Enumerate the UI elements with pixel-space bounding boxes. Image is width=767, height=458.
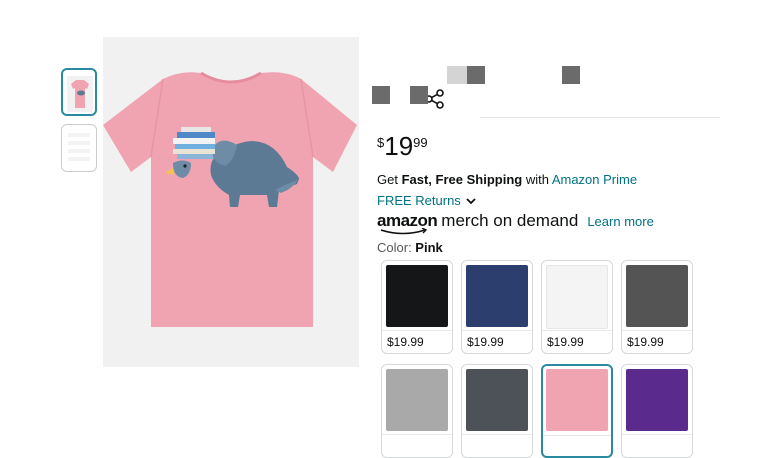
free-returns-dropdown[interactable]: FREE Returns [377,193,477,208]
swatch-color-chip [466,265,528,327]
color-swatch[interactable]: $19.99 [381,260,453,354]
swatch-color-chip [546,369,608,431]
divider [480,117,720,118]
swatch-divider [462,434,532,435]
product-price: $ 19 99 [377,132,428,160]
swatch-color-chip [626,265,688,327]
size-chart-thumbnail-image [68,133,90,163]
color-swatch[interactable] [461,364,533,458]
swatch-color-chip [546,265,608,329]
swatch-color-chip [626,369,688,431]
chevron-down-icon [466,197,476,204]
amazon-prime-link[interactable]: Amazon Prime [552,172,637,187]
amazon-smile-icon [380,228,428,235]
swatch-price: $19.99 [627,335,664,349]
price-whole: 19 [384,131,414,161]
swatch-color-chip [466,369,528,431]
pink-tshirt-image [103,71,357,327]
color-label: Color: Pink [377,240,443,255]
swatch-color-chip [386,369,448,431]
thumbnail-pink-shirt[interactable] [61,68,97,116]
swatch-divider [622,434,692,435]
color-swatch[interactable] [621,364,693,458]
merch-on-demand-banner: amazon merch on demand Learn more [377,211,654,235]
shirt-thumbnail-image [67,76,93,112]
swatch-divider [542,330,612,331]
shipping-info: Get Fast, Free Shipping with Amazon Prim… [377,172,637,187]
redacted-block [562,66,580,84]
price-fraction: 99 [413,135,428,150]
product-image[interactable] [103,37,449,367]
shipping-middle: with [522,172,552,187]
free-returns-label: FREE Returns [377,193,461,208]
color-swatch[interactable] [381,364,453,458]
shipping-prefix: Get [377,172,402,187]
swatch-divider [622,330,692,331]
selected-color-name: Pink [415,240,443,255]
thumbnail-size-chart[interactable] [61,124,97,172]
swatch-color-chip [386,265,448,327]
swatch-price: $19.99 [547,335,584,349]
swatch-divider [382,434,452,435]
redacted-block [447,66,467,84]
price-currency: $ [377,135,385,150]
color-label-prefix: Color: [377,240,416,255]
swatch-price: $19.99 [387,335,424,349]
color-swatch[interactable]: $19.99 [621,260,693,354]
shipping-bold: Fast, Free Shipping [401,172,523,187]
redacted-block [467,66,485,84]
color-swatch[interactable]: $19.99 [541,260,613,354]
merch-on-demand-text: merch on demand [441,211,579,230]
swatch-divider [543,435,611,436]
redacted-block [410,86,428,104]
swatch-divider [462,330,532,331]
redacted-block [372,86,390,104]
color-swatch[interactable] [541,364,613,458]
swatch-divider [382,330,452,331]
swatch-price: $19.99 [467,335,504,349]
color-swatch[interactable]: $19.99 [461,260,533,354]
learn-more-link[interactable]: Learn more [587,214,653,229]
